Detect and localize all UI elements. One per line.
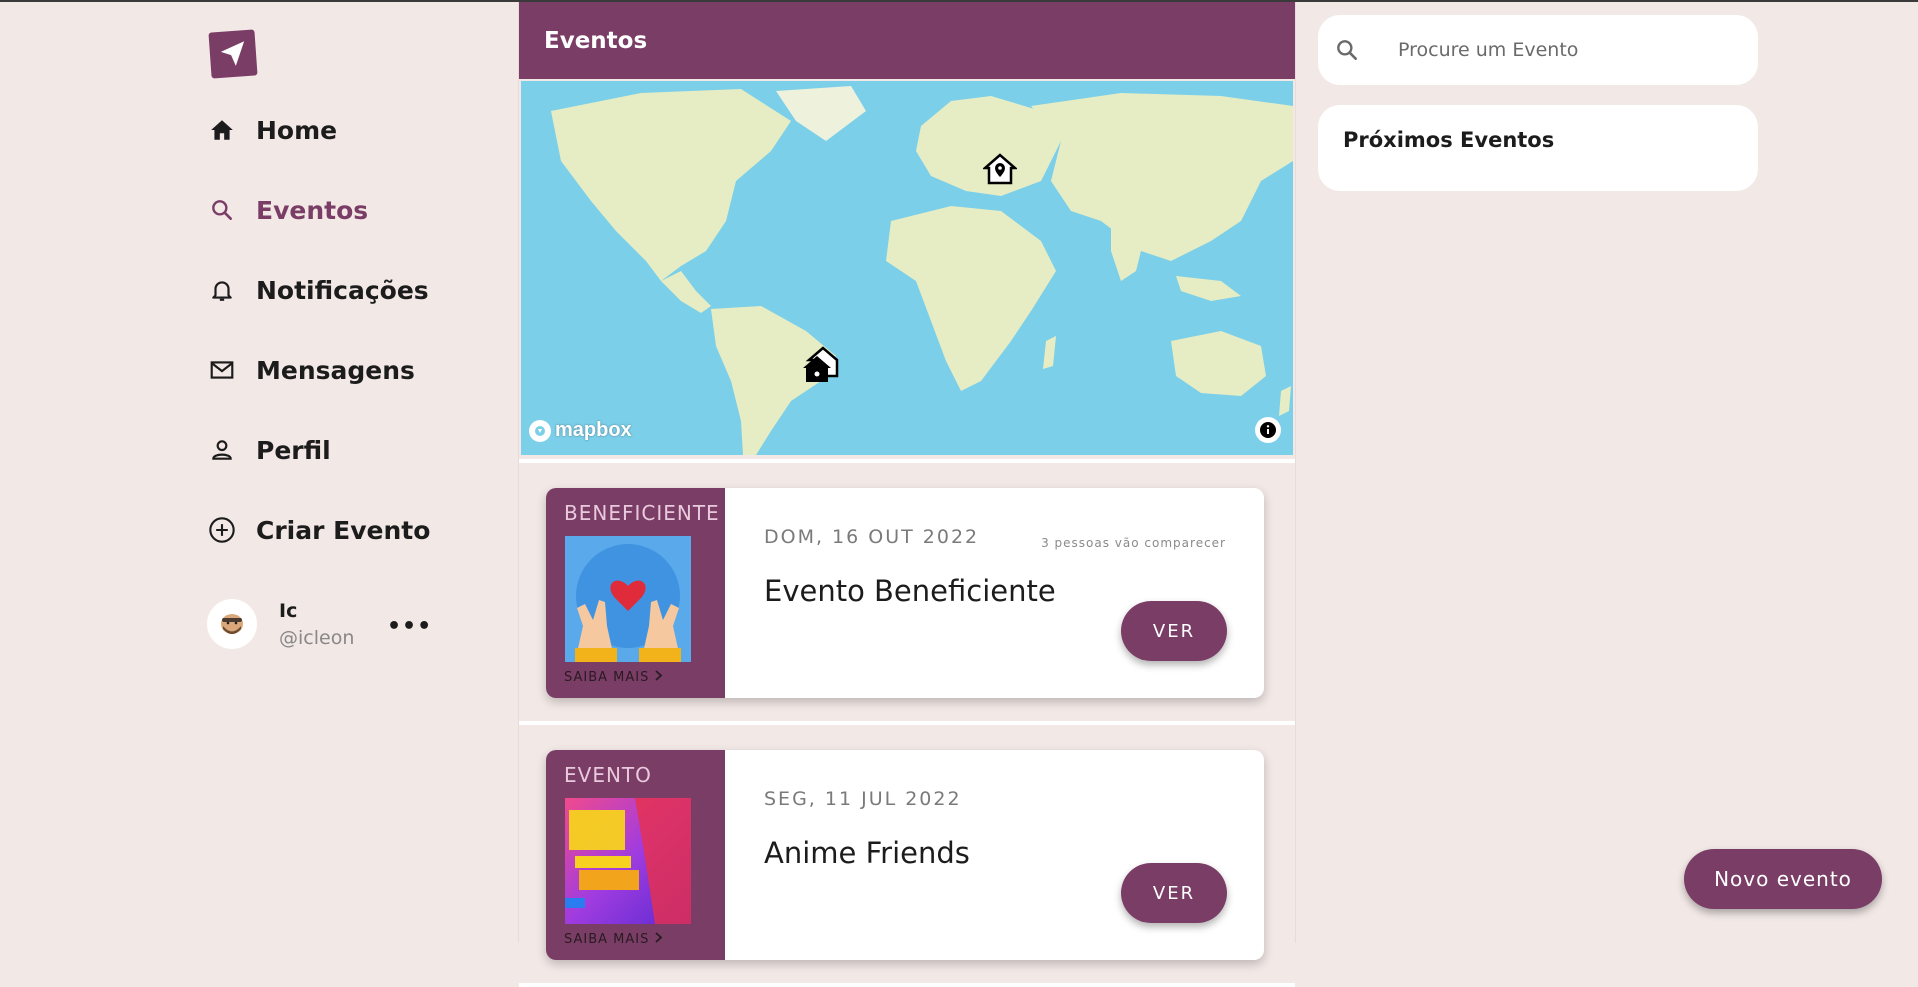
charity-hands-heart-image <box>565 536 691 662</box>
new-event-button[interactable]: Novo evento <box>1684 849 1882 909</box>
person-icon <box>207 435 237 465</box>
saiba-mais-label: SAIBA MAIS <box>564 932 650 947</box>
nav-eventos-label: Eventos <box>256 195 369 225</box>
event-image[interactable] <box>565 798 691 924</box>
event-category: BENEFICIENTE <box>564 501 720 525</box>
events-map[interactable]: mapbox <box>521 81 1293 455</box>
nav-mensagens-label: Mensagens <box>256 355 415 385</box>
event-title: Anime Friends <box>764 836 970 870</box>
search-bar[interactable] <box>1318 15 1758 85</box>
user-name: Ic <box>279 599 298 622</box>
mapbox-icon <box>529 419 551 442</box>
mail-icon <box>207 355 237 385</box>
event-card[interactable]: BENEFICIENTE SAIBA MAIS DOM, 16 OUT 2022… <box>546 488 1264 698</box>
sidebar: Home Eventos Notificações Mensagens Perf… <box>0 2 518 941</box>
location-marker-icon[interactable] <box>801 346 839 384</box>
page-title: Eventos <box>544 27 648 54</box>
search-icon <box>1334 37 1364 63</box>
event-category: EVENTO <box>564 763 652 787</box>
mapbox-logo: mapbox <box>529 419 632 442</box>
nav-notificacoes-label: Notificações <box>256 275 429 305</box>
event-date: DOM, 16 OUT 2022 <box>764 526 980 548</box>
search-input[interactable] <box>1396 38 1740 62</box>
upcoming-events-panel: Próximos Eventos <box>1318 105 1758 191</box>
event-card-side: BENEFICIENTE SAIBA MAIS <box>546 488 725 698</box>
mapbox-label: mapbox <box>555 419 632 441</box>
event-card-side: EVENTO SAIBA MAIS <box>546 750 725 960</box>
add-circle-icon <box>207 515 237 545</box>
main-column: Eventos mapbox BENEFICIENTE SAIBA MAIS D… <box>518 2 1296 987</box>
home-icon <box>207 115 237 145</box>
page-header: Eventos <box>519 2 1295 79</box>
nav-mensagens[interactable]: Mensagens <box>207 355 415 385</box>
anime-friends-poster-image <box>565 798 691 924</box>
event-attendees: 3 pessoas vão comparecer <box>1041 536 1226 550</box>
event-card[interactable]: EVENTO SAIBA MAIS SEG, 11 JUL 2022 Anime… <box>546 750 1264 960</box>
world-map <box>551 86 1293 455</box>
ver-button[interactable]: VER <box>1121 601 1227 661</box>
upcoming-events-title: Próximos Eventos <box>1343 128 1555 152</box>
chevron-right-icon <box>654 932 663 947</box>
send-arrow-icon <box>220 41 245 66</box>
nav-perfil[interactable]: Perfil <box>207 435 331 465</box>
nav-criar-evento[interactable]: Criar Evento <box>207 515 430 545</box>
app-logo[interactable] <box>208 29 258 79</box>
user-profile[interactable]: Ic @icleon ••• <box>207 596 431 652</box>
more-options-icon[interactable]: ••• <box>387 614 432 639</box>
event-title: Evento Beneficiente <box>764 574 1056 608</box>
ver-button[interactable]: VER <box>1121 863 1227 923</box>
nav-perfil-label: Perfil <box>256 435 331 465</box>
info-icon[interactable] <box>1255 417 1281 443</box>
saiba-mais-link[interactable]: SAIBA MAIS <box>564 932 663 947</box>
chevron-right-icon <box>654 670 663 685</box>
saiba-mais-label: SAIBA MAIS <box>564 670 650 685</box>
location-marker-icon[interactable] <box>983 152 1017 186</box>
avatar <box>207 599 257 649</box>
nav-criar-evento-label: Criar Evento <box>256 515 431 545</box>
nav-home-label: Home <box>256 115 338 145</box>
event-date: SEG, 11 JUL 2022 <box>764 788 962 810</box>
event-card-container: BENEFICIENTE SAIBA MAIS DOM, 16 OUT 2022… <box>519 463 1295 725</box>
saiba-mais-link[interactable]: SAIBA MAIS <box>564 670 663 685</box>
event-card-container: EVENTO SAIBA MAIS SEG, 11 JUL 2022 Anime… <box>519 725 1295 987</box>
event-image[interactable] <box>565 536 691 662</box>
search-icon <box>207 195 237 225</box>
bell-icon <box>207 275 237 305</box>
nav-notificacoes[interactable]: Notificações <box>207 275 429 305</box>
avatar-face-icon <box>221 614 243 634</box>
user-handle: @icleon <box>279 626 355 649</box>
nav-eventos[interactable]: Eventos <box>207 195 368 225</box>
nav-home[interactable]: Home <box>207 115 337 145</box>
